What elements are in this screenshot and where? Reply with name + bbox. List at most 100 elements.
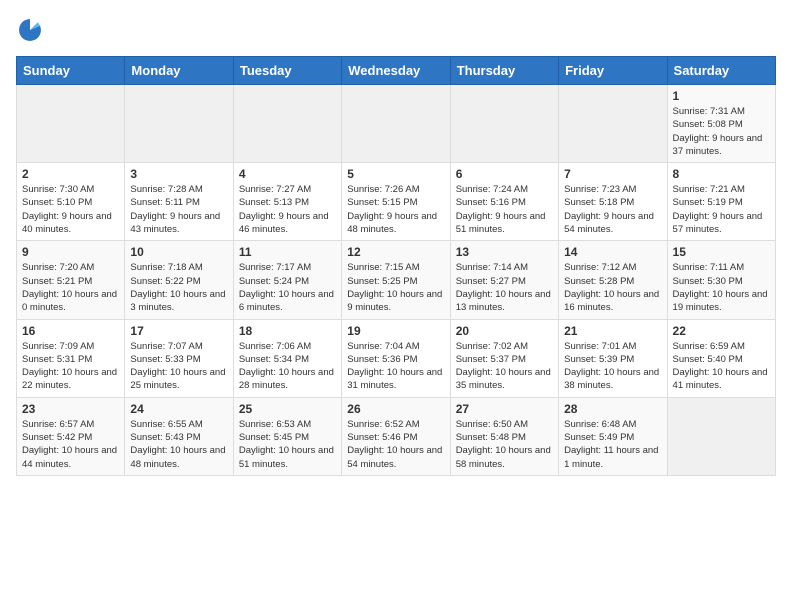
day-info: Sunrise: 7:01 AM Sunset: 5:39 PM Dayligh…	[564, 340, 661, 393]
day-info: Sunrise: 7:30 AM Sunset: 5:10 PM Dayligh…	[22, 183, 119, 236]
day-info: Sunrise: 7:11 AM Sunset: 5:30 PM Dayligh…	[673, 261, 770, 314]
day-info: Sunrise: 7:28 AM Sunset: 5:11 PM Dayligh…	[130, 183, 227, 236]
day-number: 14	[564, 245, 661, 259]
col-header-monday: Monday	[125, 57, 233, 85]
calendar-cell	[125, 85, 233, 163]
day-number: 3	[130, 167, 227, 181]
day-number: 9	[22, 245, 119, 259]
calendar-cell: 15 Sunrise: 7:11 AM Sunset: 5:30 PM Dayli…	[667, 241, 775, 319]
day-info: Sunrise: 6:55 AM Sunset: 5:43 PM Dayligh…	[130, 418, 227, 471]
page-header	[16, 16, 776, 44]
calendar-cell: 12 Sunrise: 7:15 AM Sunset: 5:25 PM Dayli…	[342, 241, 450, 319]
calendar-week-2: 9 Sunrise: 7:20 AM Sunset: 5:21 PM Daylig…	[17, 241, 776, 319]
day-info: Sunrise: 6:53 AM Sunset: 5:45 PM Dayligh…	[239, 418, 336, 471]
day-info: Sunrise: 7:18 AM Sunset: 5:22 PM Dayligh…	[130, 261, 227, 314]
calendar-week-4: 23 Sunrise: 6:57 AM Sunset: 5:42 PM Dayli…	[17, 397, 776, 475]
calendar-cell: 19 Sunrise: 7:04 AM Sunset: 5:36 PM Dayli…	[342, 319, 450, 397]
calendar-cell: 8 Sunrise: 7:21 AM Sunset: 5:19 PM Daylig…	[667, 163, 775, 241]
day-number: 13	[456, 245, 553, 259]
day-number: 20	[456, 324, 553, 338]
day-number: 4	[239, 167, 336, 181]
calendar-table: SundayMondayTuesdayWednesdayThursdayFrid…	[16, 56, 776, 476]
calendar-cell	[450, 85, 558, 163]
calendar-cell: 14 Sunrise: 7:12 AM Sunset: 5:28 PM Dayli…	[559, 241, 667, 319]
calendar-cell	[667, 397, 775, 475]
day-info: Sunrise: 7:14 AM Sunset: 5:27 PM Dayligh…	[456, 261, 553, 314]
day-number: 26	[347, 402, 444, 416]
day-info: Sunrise: 7:02 AM Sunset: 5:37 PM Dayligh…	[456, 340, 553, 393]
day-info: Sunrise: 7:07 AM Sunset: 5:33 PM Dayligh…	[130, 340, 227, 393]
col-header-tuesday: Tuesday	[233, 57, 341, 85]
day-info: Sunrise: 7:31 AM Sunset: 5:08 PM Dayligh…	[673, 105, 770, 158]
calendar-cell: 22 Sunrise: 6:59 AM Sunset: 5:40 PM Dayli…	[667, 319, 775, 397]
day-info: Sunrise: 6:57 AM Sunset: 5:42 PM Dayligh…	[22, 418, 119, 471]
day-number: 1	[673, 89, 770, 103]
day-info: Sunrise: 7:21 AM Sunset: 5:19 PM Dayligh…	[673, 183, 770, 236]
day-info: Sunrise: 7:24 AM Sunset: 5:16 PM Dayligh…	[456, 183, 553, 236]
day-info: Sunrise: 7:17 AM Sunset: 5:24 PM Dayligh…	[239, 261, 336, 314]
day-info: Sunrise: 7:15 AM Sunset: 5:25 PM Dayligh…	[347, 261, 444, 314]
day-info: Sunrise: 7:20 AM Sunset: 5:21 PM Dayligh…	[22, 261, 119, 314]
day-number: 24	[130, 402, 227, 416]
logo	[16, 16, 48, 44]
calendar-cell: 21 Sunrise: 7:01 AM Sunset: 5:39 PM Dayli…	[559, 319, 667, 397]
day-number: 25	[239, 402, 336, 416]
day-number: 15	[673, 245, 770, 259]
col-header-sunday: Sunday	[17, 57, 125, 85]
day-number: 17	[130, 324, 227, 338]
calendar-cell: 23 Sunrise: 6:57 AM Sunset: 5:42 PM Dayli…	[17, 397, 125, 475]
calendar-header-row: SundayMondayTuesdayWednesdayThursdayFrid…	[17, 57, 776, 85]
col-header-saturday: Saturday	[667, 57, 775, 85]
col-header-wednesday: Wednesday	[342, 57, 450, 85]
day-number: 7	[564, 167, 661, 181]
day-number: 27	[456, 402, 553, 416]
day-number: 11	[239, 245, 336, 259]
calendar-cell: 25 Sunrise: 6:53 AM Sunset: 5:45 PM Dayli…	[233, 397, 341, 475]
day-info: Sunrise: 7:23 AM Sunset: 5:18 PM Dayligh…	[564, 183, 661, 236]
day-info: Sunrise: 7:06 AM Sunset: 5:34 PM Dayligh…	[239, 340, 336, 393]
calendar-week-0: 1 Sunrise: 7:31 AM Sunset: 5:08 PM Daylig…	[17, 85, 776, 163]
day-number: 5	[347, 167, 444, 181]
day-info: Sunrise: 6:50 AM Sunset: 5:48 PM Dayligh…	[456, 418, 553, 471]
col-header-friday: Friday	[559, 57, 667, 85]
day-info: Sunrise: 7:27 AM Sunset: 5:13 PM Dayligh…	[239, 183, 336, 236]
calendar-cell: 27 Sunrise: 6:50 AM Sunset: 5:48 PM Dayli…	[450, 397, 558, 475]
calendar-cell: 6Sunrise: 7:24 AM Sunset: 5:16 PM Daylig…	[450, 163, 558, 241]
logo-icon	[16, 16, 44, 44]
day-number: 22	[673, 324, 770, 338]
day-info: Sunrise: 7:26 AM Sunset: 5:15 PM Dayligh…	[347, 183, 444, 236]
calendar-cell	[233, 85, 341, 163]
day-number: 10	[130, 245, 227, 259]
calendar-cell	[17, 85, 125, 163]
day-number: 8	[673, 167, 770, 181]
day-number: 16	[22, 324, 119, 338]
calendar-cell: 16 Sunrise: 7:09 AM Sunset: 5:31 PM Dayli…	[17, 319, 125, 397]
day-number: 2	[22, 167, 119, 181]
calendar-cell: 9 Sunrise: 7:20 AM Sunset: 5:21 PM Daylig…	[17, 241, 125, 319]
day-info: Sunrise: 7:12 AM Sunset: 5:28 PM Dayligh…	[564, 261, 661, 314]
day-number: 19	[347, 324, 444, 338]
day-info: Sunrise: 6:48 AM Sunset: 5:49 PM Dayligh…	[564, 418, 661, 471]
day-number: 28	[564, 402, 661, 416]
calendar-cell: 28 Sunrise: 6:48 AM Sunset: 5:49 PM Dayli…	[559, 397, 667, 475]
calendar-cell: 13 Sunrise: 7:14 AM Sunset: 5:27 PM Dayli…	[450, 241, 558, 319]
day-number: 18	[239, 324, 336, 338]
calendar-cell: 4 Sunrise: 7:27 AM Sunset: 5:13 PM Daylig…	[233, 163, 341, 241]
calendar-cell	[559, 85, 667, 163]
calendar-cell: 20 Sunrise: 7:02 AM Sunset: 5:37 PM Dayli…	[450, 319, 558, 397]
calendar-week-1: 2 Sunrise: 7:30 AM Sunset: 5:10 PM Daylig…	[17, 163, 776, 241]
calendar-cell: 2 Sunrise: 7:30 AM Sunset: 5:10 PM Daylig…	[17, 163, 125, 241]
day-info: Sunrise: 6:59 AM Sunset: 5:40 PM Dayligh…	[673, 340, 770, 393]
day-number: 12	[347, 245, 444, 259]
calendar-cell	[342, 85, 450, 163]
calendar-cell: 26Sunrise: 6:52 AM Sunset: 5:46 PM Dayli…	[342, 397, 450, 475]
calendar-cell: 18 Sunrise: 7:06 AM Sunset: 5:34 PM Dayli…	[233, 319, 341, 397]
day-number: 23	[22, 402, 119, 416]
day-number: 21	[564, 324, 661, 338]
calendar-cell: 3 Sunrise: 7:28 AM Sunset: 5:11 PM Daylig…	[125, 163, 233, 241]
calendar-cell: 1 Sunrise: 7:31 AM Sunset: 5:08 PM Daylig…	[667, 85, 775, 163]
calendar-cell: 17 Sunrise: 7:07 AM Sunset: 5:33 PM Dayli…	[125, 319, 233, 397]
calendar-cell: 7 Sunrise: 7:23 AM Sunset: 5:18 PM Daylig…	[559, 163, 667, 241]
day-info: Sunrise: 7:04 AM Sunset: 5:36 PM Dayligh…	[347, 340, 444, 393]
day-info: Sunrise: 7:09 AM Sunset: 5:31 PM Dayligh…	[22, 340, 119, 393]
